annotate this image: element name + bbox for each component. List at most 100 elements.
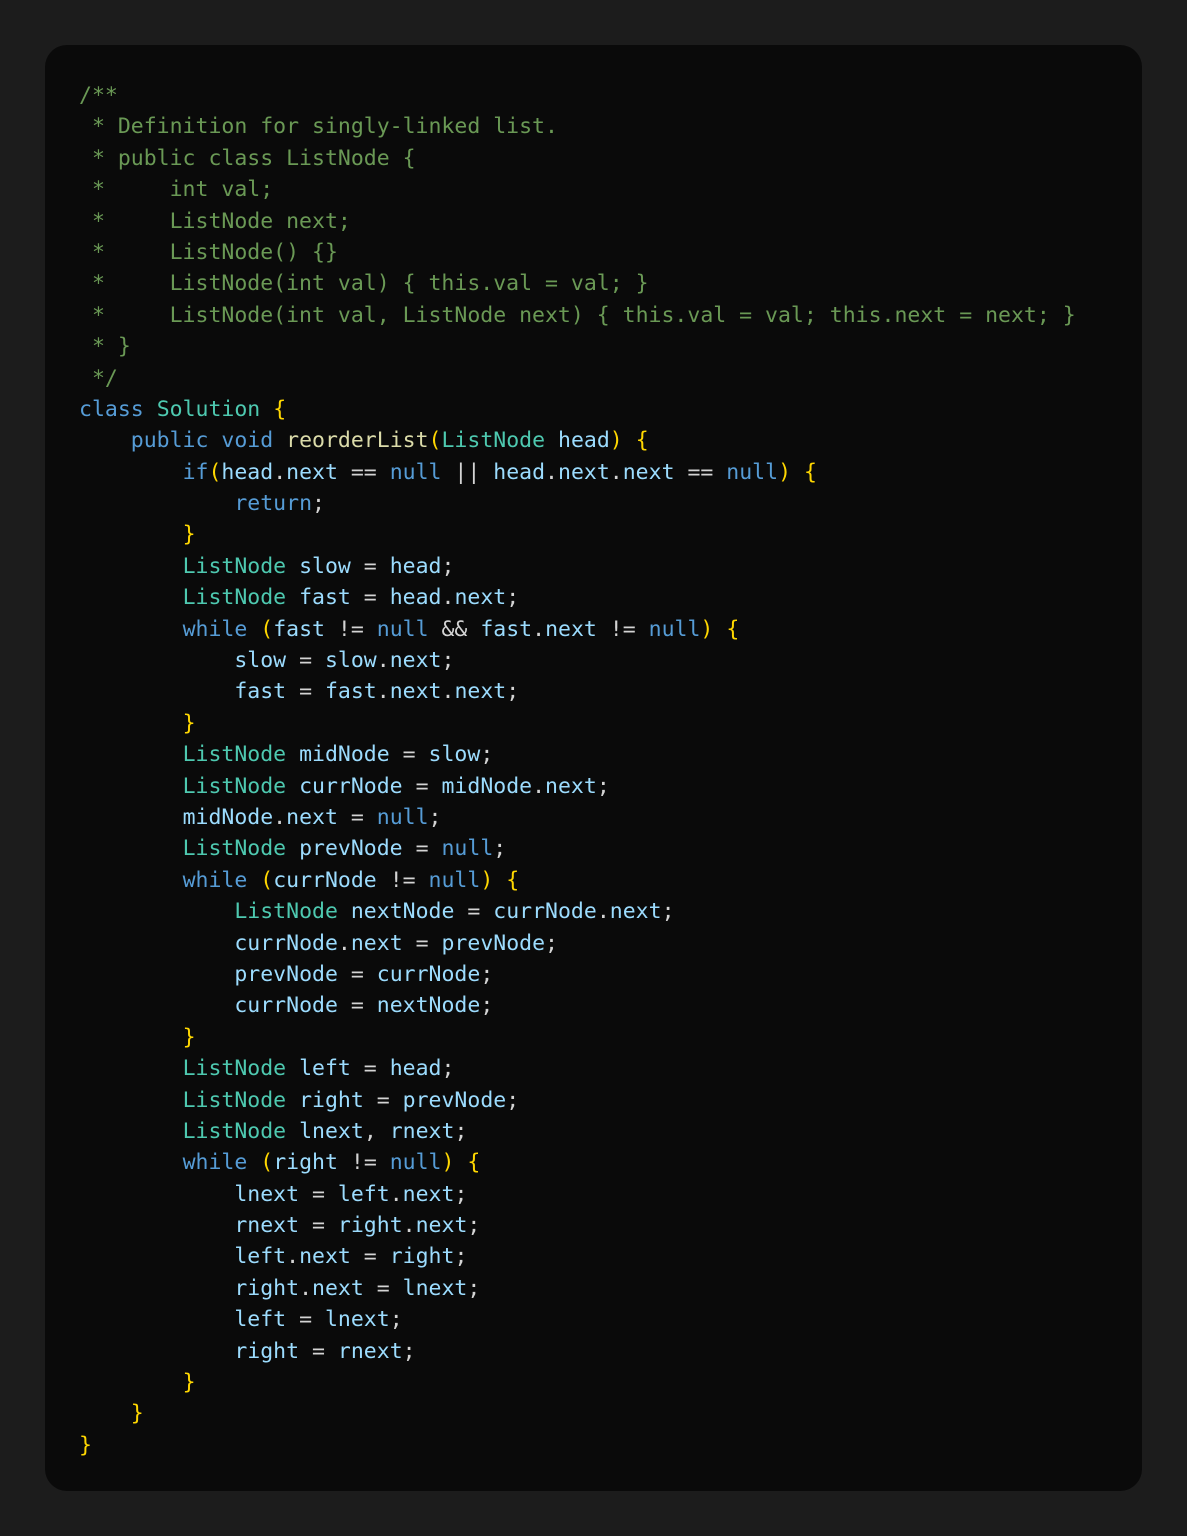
code-token-ident: next <box>454 585 507 611</box>
code-token-ws <box>286 585 299 610</box>
code-token-comment: * int val; <box>79 177 274 203</box>
code-token-punct: . <box>441 679 455 705</box>
code-token-brace: ( <box>260 616 274 642</box>
code-token-punct: , <box>363 1118 390 1144</box>
code-token-ident: head <box>389 1056 442 1082</box>
code-line: ListNode slow = head; <box>79 551 1076 582</box>
code-token-comment: * ListNode(int val) { this.val = val; } <box>79 271 649 297</box>
code-block[interactable]: /** * Definition for singly-linked list.… <box>79 80 1076 1461</box>
code-token-ident: head <box>389 585 442 611</box>
code-token-brace: ( <box>260 867 274 893</box>
code-token-keyword: while <box>182 867 248 893</box>
code-token-punct: != <box>324 616 377 642</box>
code-token-brace: { <box>803 459 817 485</box>
code-line: lnext = left.next; <box>79 1179 1076 1210</box>
code-line: * ListNode(int val) { this.val = val; } <box>79 268 1076 299</box>
code-token-brace: ) <box>609 428 623 454</box>
code-token-punct: = <box>286 1307 325 1333</box>
code-token-ws <box>286 1119 299 1144</box>
code-token-ws <box>79 1025 183 1050</box>
code-line: } <box>79 708 1076 739</box>
code-token-ident: midNode <box>299 742 390 768</box>
code-token-ident: currNode <box>376 961 481 987</box>
code-token-type: ListNode <box>182 553 287 579</box>
code-token-punct: ; <box>441 648 455 674</box>
code-token-ws <box>79 491 234 516</box>
code-token-ident: next <box>402 1181 455 1207</box>
code-token-comment: /** <box>79 83 118 108</box>
code-line: currNode = nextNode; <box>79 990 1076 1021</box>
code-line: * ListNode(int val, ListNode next) { thi… <box>79 300 1076 331</box>
code-token-ident: right <box>299 1087 364 1113</box>
code-token-brace: } <box>182 710 196 736</box>
code-token-ident: head <box>493 459 546 485</box>
code-token-punct: ; <box>312 491 325 517</box>
code-token-ident: left <box>234 1307 287 1333</box>
code-token-type: ListNode <box>182 1118 287 1144</box>
code-token-ws <box>79 805 183 830</box>
code-token-comment: * Definition for singly-linked list. <box>79 114 558 140</box>
code-token-ident: fast <box>299 585 351 611</box>
code-token-ident: left <box>337 1181 390 1207</box>
code-line: currNode.next = prevNode; <box>79 928 1076 959</box>
code-token-ws <box>79 962 234 987</box>
code-token-ws <box>338 899 351 924</box>
code-token-brace: } <box>79 1432 92 1458</box>
code-token-ws <box>286 774 299 799</box>
code-token-ws <box>79 679 234 704</box>
code-token-punct: ; <box>441 553 455 579</box>
code-token-ws <box>545 428 558 453</box>
code-token-ws <box>79 554 183 579</box>
code-line: midNode.next = null; <box>79 802 1076 833</box>
code-token-ident: right <box>389 1244 455 1270</box>
code-token-ws <box>79 585 183 610</box>
code-token-ws <box>79 648 234 673</box>
code-token-ident: next <box>454 679 507 705</box>
code-token-punct: ; <box>454 1118 468 1144</box>
code-token-ident: next <box>286 804 338 830</box>
code-token-comment: * ListNode() {} <box>79 239 338 265</box>
code-token-keyword: while <box>182 1150 248 1176</box>
code-token-punct: = <box>350 1056 390 1082</box>
code-token-type: ListNode <box>441 428 546 454</box>
code-token-punct: = <box>337 961 377 987</box>
code-token-keyword: null <box>389 1150 442 1176</box>
code-token-punct: || <box>441 459 494 485</box>
code-token-punct: . <box>376 679 390 705</box>
code-token-punct: == <box>674 459 727 485</box>
code-token-punct: = <box>350 553 390 579</box>
code-token-punct: == <box>337 459 390 485</box>
code-token-punct: != <box>376 867 429 893</box>
code-token-keyword: return <box>234 491 313 517</box>
code-line: fast = fast.next.next; <box>79 676 1076 707</box>
code-token-ws <box>79 931 234 956</box>
code-token-brace: ) <box>480 867 494 893</box>
code-token-punct: ; <box>506 679 520 705</box>
code-token-punct: . <box>596 899 610 925</box>
code-token-ws <box>79 1182 234 1207</box>
code-token-ws <box>79 1088 183 1113</box>
code-token-ws <box>247 617 260 642</box>
code-token-punct: ; <box>493 836 507 862</box>
code-token-ident: slow <box>428 742 481 768</box>
code-token-ws <box>79 1401 131 1426</box>
code-token-punct: . <box>299 1275 313 1301</box>
code-token-ident: slow <box>324 648 377 674</box>
code-token-ws <box>79 1213 234 1238</box>
code-line: } <box>79 1398 1076 1429</box>
code-token-punct: ; <box>506 1087 520 1113</box>
code-token-punct: . <box>286 1244 300 1270</box>
code-line: left = lnext; <box>79 1304 1076 1335</box>
code-token-punct: ; <box>402 1338 416 1364</box>
code-token-ws <box>79 993 234 1018</box>
code-line: ListNode nextNode = currNode.next; <box>79 896 1076 927</box>
code-token-keyword: public <box>130 428 209 454</box>
code-token-ident: fast <box>234 679 287 705</box>
code-token-ident: lnext <box>299 1118 364 1144</box>
code-token-punct: = <box>363 1087 403 1113</box>
code-token-brace: ) <box>441 1150 455 1176</box>
code-token-type: ListNode <box>182 742 287 768</box>
code-token-ident: right <box>337 1213 403 1239</box>
code-token-ws <box>247 868 260 893</box>
code-token-ident: prevNode <box>299 836 403 862</box>
